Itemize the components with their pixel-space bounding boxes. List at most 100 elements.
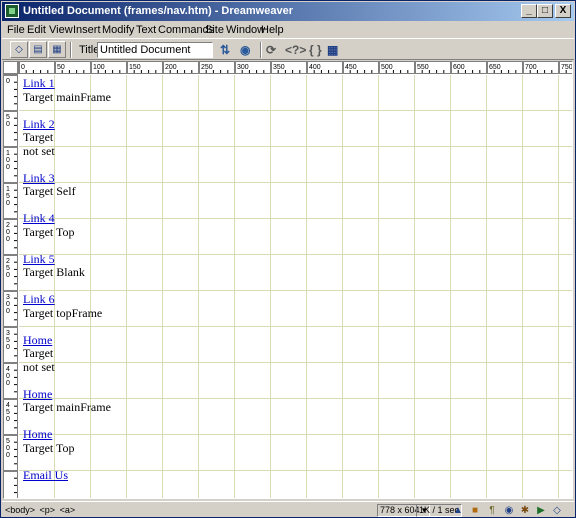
tag-selector: <body> <p> <a> [5, 505, 77, 515]
list-item: Email Us [23, 468, 111, 483]
code-view-icon[interactable]: ◇ [10, 41, 28, 58]
menu-bar: File Edit View Insert Modify Text Comman… [2, 21, 574, 38]
ruler-label: 0 [6, 121, 10, 128]
link-3[interactable]: Link 3 [23, 171, 111, 186]
page-title-input[interactable] [97, 42, 213, 58]
ruler-label: 0 [6, 301, 10, 308]
close-button[interactable]: X [555, 4, 571, 18]
ruler-label: 5 [6, 265, 10, 272]
menu-help[interactable]: Help [261, 24, 284, 36]
ruler-label: 5 [6, 193, 10, 200]
refresh-icon[interactable]: ⟳ [266, 43, 276, 57]
file-management-icon[interactable]: ⇅ [220, 43, 230, 57]
site-launcher-icon[interactable]: ▲ [451, 504, 465, 517]
list-item: Link 6 Target topFrame [23, 292, 111, 320]
ruler-label: 4 [6, 402, 10, 409]
email-us-link[interactable]: Email Us [23, 468, 111, 483]
ruler-label: 5 [6, 337, 10, 344]
home-link[interactable]: Home [23, 387, 111, 402]
ruler-label: 0 [6, 380, 10, 387]
code-inspector-icon[interactable]: ◇ [550, 504, 564, 517]
menu-modify[interactable]: Modify [102, 24, 134, 36]
assets-launcher-icon[interactable]: ■ [468, 504, 482, 517]
tag-body[interactable]: <body> [5, 505, 35, 515]
ruler-label: 4 [6, 366, 10, 373]
link-target-text-continued: not set [23, 359, 55, 374]
ruler-label: 0 [6, 445, 10, 452]
ruler-label: 100 [93, 64, 105, 71]
menu-file[interactable]: File [7, 24, 25, 36]
design-canvas[interactable]: Link 1 Target mainFrame Link 2 Target no… [19, 75, 572, 498]
ruler-label: 0 [6, 229, 10, 236]
list-item: Link 4 Target Top [23, 211, 111, 239]
list-item: Link 3 Target Self [23, 171, 111, 199]
link-6[interactable]: Link 6 [23, 292, 111, 307]
link-target-text: Target mainFrame [23, 400, 111, 414]
toolbar-separator [70, 42, 72, 58]
page-content: Link 1 Target mainFrame Link 2 Target no… [23, 76, 111, 496]
list-item: Link 1 Target mainFrame [23, 76, 111, 104]
design-view-icon[interactable]: ▦ [48, 41, 66, 58]
ruler-origin[interactable] [4, 62, 18, 74]
code-navigation-icon[interactable]: <?> [285, 43, 306, 57]
vertical-ruler-ticks: 050100150200250300350400450500 [4, 74, 17, 494]
menu-window[interactable]: Window [226, 24, 265, 36]
dreamweaver-app-icon[interactable] [5, 4, 19, 18]
home-link[interactable]: Home [23, 427, 111, 442]
ruler-label: 0 [6, 78, 10, 85]
ruler-label: 650 [489, 64, 501, 71]
ruler-label: 3 [6, 330, 10, 337]
link-target-text: Target Top [23, 224, 75, 239]
ruler-label: 750 [561, 64, 573, 71]
html-styles-icon[interactable]: ¶ [485, 504, 499, 517]
ruler-label: 0 [6, 236, 10, 243]
minimize-button[interactable]: _ [521, 4, 537, 18]
ruler-label: 0 [6, 272, 10, 279]
maximize-button[interactable]: □ [537, 4, 553, 18]
tag-p[interactable]: <p> [40, 505, 56, 515]
view-options-icon[interactable]: ▦ [327, 43, 338, 57]
document-window: 0 50 100 150 200 250 300 350 400 450 500 550 600 650 7… [3, 61, 573, 499]
link-1[interactable]: Link 1 [23, 76, 111, 91]
ruler-label: 300 [237, 64, 249, 71]
ruler-label: 200 [165, 64, 177, 71]
vertical-ruler[interactable]: 050100150200250300350400450500 [4, 74, 18, 498]
preview-browser-icon[interactable]: ◉ [240, 43, 250, 57]
link-4[interactable]: Link 4 [23, 211, 111, 226]
ruler-label: 0 [6, 200, 10, 207]
ruler-label: 450 [345, 64, 357, 71]
document-toolbar: ◇ ▤ ▦ Title: ⇅ ◉ ⟳ <?> { } ▦ [2, 38, 574, 60]
link-target-text: Target [23, 346, 54, 360]
link-5[interactable]: Link 5 [23, 252, 111, 267]
list-item: Link 5 Target Blank [23, 252, 111, 280]
dreamweaver-window: Untitled Document (frames/nav.htm) - Dre… [0, 0, 576, 518]
horizontal-ruler[interactable]: 0 50 100 150 200 250 300 350 400 450 500 550 600 650 7… [18, 62, 573, 74]
link-2[interactable]: Link 2 [23, 117, 111, 132]
ruler-label: 700 [525, 64, 537, 71]
menu-text[interactable]: Text [136, 24, 156, 36]
braces-icon[interactable]: { } [309, 43, 322, 57]
ruler-label: 0 [6, 308, 10, 315]
menu-site[interactable]: Site [205, 24, 224, 36]
link-target-text: Target topFrame [23, 305, 103, 320]
ruler-label: 400 [309, 64, 321, 71]
ruler-label: 0 [6, 344, 10, 351]
home-link[interactable]: Home [23, 333, 111, 348]
toolbar-separator [260, 42, 262, 58]
menu-view[interactable]: View [49, 24, 73, 36]
status-bar: <body> <p> <a> 778 x 604 ▾ 1K / 1 sec ▲ … [2, 501, 574, 518]
ruler-label: 0 [6, 164, 10, 171]
css-styles-icon[interactable]: ◉ [502, 504, 516, 517]
menu-insert[interactable]: Insert [73, 24, 101, 36]
history-icon[interactable]: ▶ [534, 504, 548, 517]
tag-a[interactable]: <a> [60, 505, 76, 515]
split-view-icon[interactable]: ▤ [29, 41, 47, 58]
link-target-text: Target [23, 130, 54, 144]
ruler-label: 1 [6, 150, 10, 157]
title-bar[interactable]: Untitled Document (frames/nav.htm) - Dre… [2, 2, 574, 21]
ruler-label: 2 [6, 258, 10, 265]
behaviors-icon[interactable]: ✱ [518, 504, 532, 517]
window-title: Untitled Document (frames/nav.htm) - Dre… [23, 5, 293, 17]
menu-edit[interactable]: Edit [27, 24, 46, 36]
ruler-label: 150 [129, 64, 141, 71]
